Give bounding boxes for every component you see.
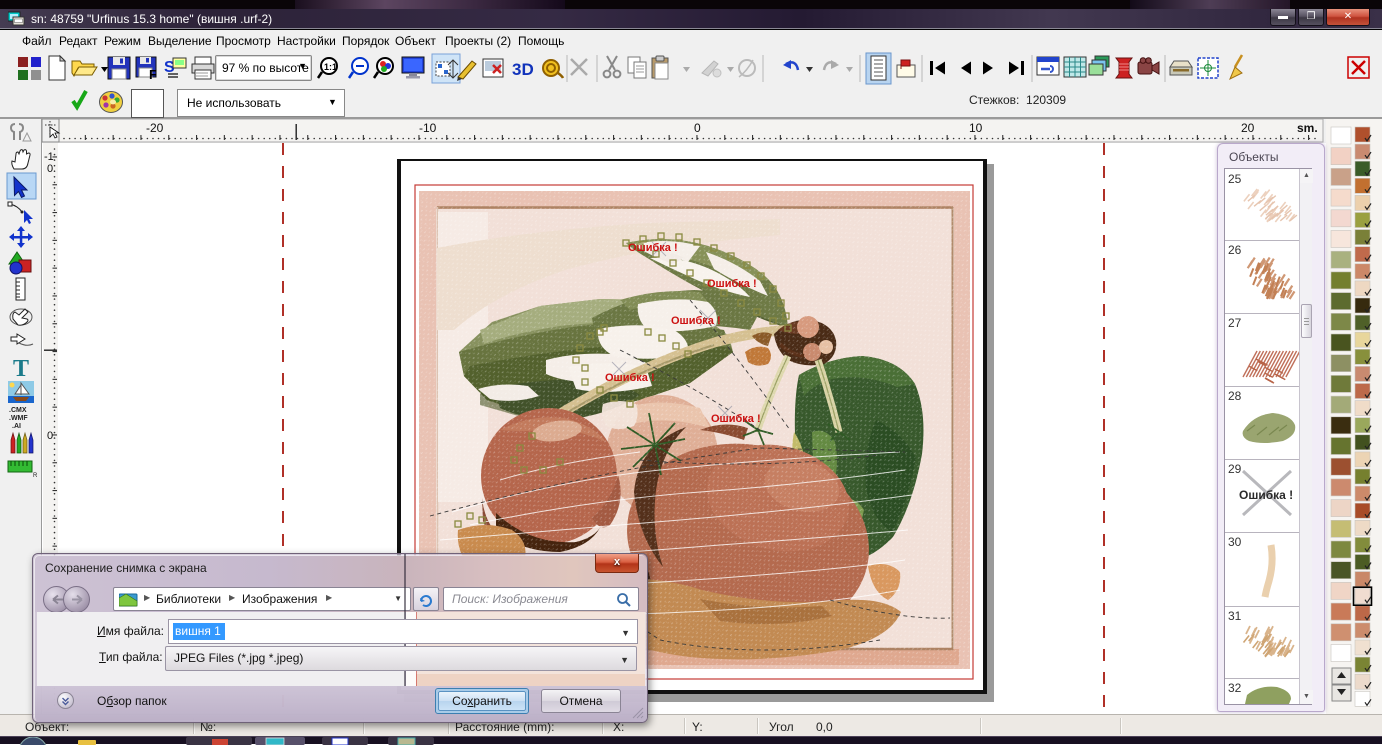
- svg-text:31: 31: [1228, 609, 1242, 623]
- svg-text:29: 29: [1228, 462, 1242, 476]
- svg-text:Ошибка !: Ошибка !: [711, 413, 761, 425]
- svg-text:Ошибка !: Ошибка !: [1239, 488, 1293, 502]
- svg-text:32: 32: [1228, 681, 1242, 695]
- svg-text:-10: -10: [419, 121, 437, 135]
- svg-text:26: 26: [1228, 243, 1242, 257]
- svg-text:-20: -20: [146, 121, 164, 135]
- svg-text:Ошибка !: Ошибка !: [671, 315, 721, 327]
- svg-text:0: 0: [47, 430, 53, 442]
- svg-text:Ошибка !: Ошибка !: [628, 242, 678, 254]
- svg-text:.CMX: .CMX: [9, 407, 27, 414]
- svg-text:-1: -1: [44, 151, 54, 163]
- svg-text:28: 28: [1228, 389, 1242, 403]
- svg-text:30: 30: [1228, 535, 1242, 549]
- svg-text:R: R: [33, 473, 38, 479]
- svg-text:F: F: [149, 67, 157, 82]
- svg-text:1:1: 1:1: [324, 62, 337, 72]
- svg-text:Ошибка !: Ошибка !: [605, 372, 655, 384]
- svg-text:3D: 3D: [512, 60, 534, 79]
- svg-text:0: 0: [694, 121, 701, 135]
- svg-text:.AI: .AI: [12, 423, 21, 430]
- svg-text:sm.: sm.: [1297, 121, 1318, 135]
- svg-text:T: T: [13, 356, 29, 382]
- svg-text:25: 25: [1228, 172, 1242, 186]
- svg-text:0: 0: [47, 163, 53, 175]
- svg-text:10: 10: [969, 121, 983, 135]
- svg-text:27: 27: [1228, 316, 1242, 330]
- svg-text:.WMF: .WMF: [9, 415, 28, 422]
- svg-text:Ошибка !: Ошибка !: [707, 278, 757, 290]
- svg-text:20: 20: [1241, 121, 1255, 135]
